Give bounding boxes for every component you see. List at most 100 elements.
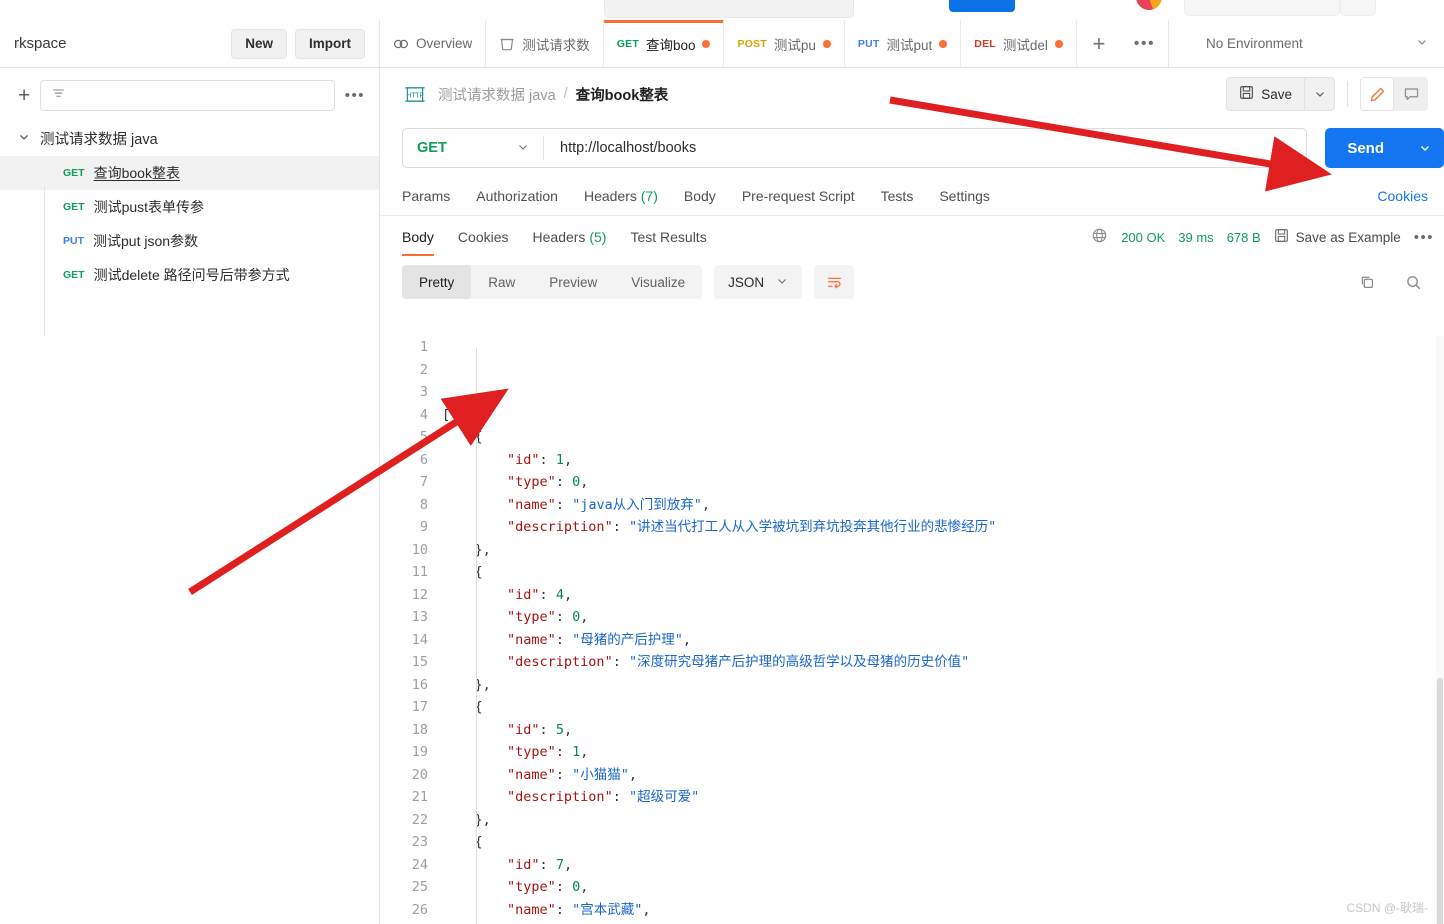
tab-post[interactable]: POST 测试pu xyxy=(724,20,845,67)
response-tab-cookies[interactable]: Cookies xyxy=(458,218,509,256)
body-scrollbar[interactable] xyxy=(1436,336,1444,924)
tab-headers-label: Headers xyxy=(583,187,637,204)
code-line: "type": 1, xyxy=(442,741,996,764)
code-line: "description": "讲述当代打工人从入学被坑到弃坑投奔其他行业的悲惨… xyxy=(442,516,996,539)
method-selector[interactable]: GET xyxy=(403,140,543,156)
tab-delete[interactable]: DEL 测试del xyxy=(961,20,1077,67)
format-raw[interactable]: Raw xyxy=(471,265,532,299)
code-line: "description": "超级可爱" xyxy=(442,786,996,809)
app-top-strip xyxy=(0,0,1444,20)
code-token: : xyxy=(555,474,573,490)
tab-label: Overview xyxy=(416,36,473,51)
wrap-lines-button[interactable] xyxy=(814,265,855,299)
response-tab-body[interactable]: Body xyxy=(402,218,434,256)
save-button[interactable]: Save xyxy=(1227,78,1304,110)
sidebar-filter-input[interactable] xyxy=(40,80,335,111)
upgrade-button[interactable] xyxy=(949,0,1015,12)
code-token: "description" xyxy=(507,519,613,535)
code-token: 5 xyxy=(555,721,564,738)
search-button[interactable] xyxy=(1396,265,1430,299)
request-method: GET xyxy=(63,201,85,213)
code-inner: 1 2 3 4 5 6 7 8 9 10 11 12 13 14 15 16 17 18 19 20 21 22 23 24 2… xyxy=(380,336,1437,924)
unsaved-dot-icon xyxy=(939,39,948,48)
filter-icon xyxy=(51,86,66,106)
tab-authorization[interactable]: Authorization xyxy=(476,188,558,204)
import-button[interactable]: Import xyxy=(295,28,365,59)
line-number: 23 xyxy=(411,834,428,850)
tab-overview[interactable]: Overview xyxy=(380,20,487,67)
response-tab-headers[interactable]: Headers (5) xyxy=(533,218,607,256)
code-line: "name": "java从入门到放弃", xyxy=(442,494,996,517)
code-token: : xyxy=(555,609,573,625)
format-visualize[interactable]: Visualize xyxy=(614,265,702,299)
sidebar-request-query-book[interactable]: GET 查询book整表 xyxy=(0,156,379,190)
code-token: , xyxy=(563,721,573,738)
tab-label: 测试put xyxy=(886,37,933,53)
cookies-link[interactable]: Cookies xyxy=(1377,188,1428,204)
code-token: "type" xyxy=(507,474,556,490)
send-options-button[interactable] xyxy=(1406,128,1444,168)
tab-headers[interactable]: Headers (7) xyxy=(584,188,658,204)
new-tab-button[interactable]: + xyxy=(1077,20,1121,67)
copy-button[interactable] xyxy=(1350,265,1384,299)
comment-button[interactable] xyxy=(1394,77,1428,111)
tab-pre-request-script[interactable]: Pre-request Script xyxy=(742,188,855,204)
send-button[interactable]: Send xyxy=(1325,128,1406,168)
code-token: , xyxy=(563,856,573,873)
code-token: "name" xyxy=(507,766,556,783)
avatar[interactable] xyxy=(1136,0,1162,10)
body-scrollbar-thumb[interactable] xyxy=(1437,678,1443,924)
sidebar-request-post-form[interactable]: GET 测试pust表单传参 xyxy=(0,190,379,224)
chevron-down-icon xyxy=(1416,36,1428,51)
tab-settings[interactable]: Settings xyxy=(939,188,990,204)
sidebar: + ••• 测试请求数据 java GET 查询book整表 GET 测试pus… xyxy=(0,68,380,924)
tab-params[interactable]: Params xyxy=(402,188,450,204)
response-tab-test-results[interactable]: Test Results xyxy=(630,218,706,256)
view-toggle-group xyxy=(1360,77,1428,111)
save-as-example-button[interactable]: Save as Example xyxy=(1274,228,1401,246)
sidebar-collection[interactable]: 测试请求数据 java xyxy=(0,121,379,156)
format-preview[interactable]: Preview xyxy=(532,265,614,299)
code-token: , xyxy=(580,744,589,760)
url-input[interactable]: http://localhost/books xyxy=(544,140,1306,156)
add-icon[interactable]: + xyxy=(18,85,30,106)
breadcrumb-request[interactable]: 查询book整表 xyxy=(576,84,669,105)
sidebar-request-put-json[interactable]: PUT 测试put json参数 xyxy=(0,224,379,258)
code-token: : xyxy=(555,901,573,918)
response-more-button[interactable]: ••• xyxy=(1414,229,1434,246)
line-number: 26 xyxy=(411,901,428,918)
line-number: 4 xyxy=(419,406,428,423)
tab-body[interactable]: Body xyxy=(684,188,716,204)
code-line: "name": "宫本武藏", xyxy=(442,899,996,922)
chevron-down-icon xyxy=(18,131,30,146)
tab-put[interactable]: PUT 测试put xyxy=(845,20,962,67)
line-number: 2 xyxy=(419,361,428,378)
tree-indent-guide xyxy=(44,186,45,336)
format-pretty[interactable]: Pretty xyxy=(402,265,472,299)
code-token: , xyxy=(580,609,589,625)
sidebar-request-delete-query[interactable]: GET 测试delete 路径问号后带参方式 xyxy=(0,258,379,292)
account-toolbar[interactable] xyxy=(1184,0,1340,16)
language-selector[interactable]: JSON xyxy=(714,265,803,299)
global-search-input[interactable] xyxy=(604,0,854,18)
environment-selector[interactable]: No Environment xyxy=(1190,20,1444,67)
tab-tests[interactable]: Tests xyxy=(881,188,914,204)
tab-collection[interactable]: 测试请求数 xyxy=(486,20,604,67)
code-token: "小猫猫" xyxy=(572,766,629,783)
new-button[interactable]: New xyxy=(231,28,287,59)
code-line: "description": "深度研究母猪产后护理的高级哲学以及母猪的历史价值… xyxy=(442,651,996,674)
save-options-button[interactable] xyxy=(1304,78,1334,110)
response-body-viewer[interactable]: 1 2 3 4 5 6 7 8 9 10 11 12 13 14 15 16 17 18 19 20 21 22 23 24 2… xyxy=(380,336,1437,924)
code-line: { xyxy=(442,696,996,719)
settings-toolbar[interactable] xyxy=(1340,0,1376,16)
tab-options-button[interactable]: ••• xyxy=(1121,20,1169,67)
line-number: 25 xyxy=(411,879,428,895)
sidebar-more-button[interactable]: ••• xyxy=(345,87,365,104)
edit-button[interactable] xyxy=(1360,77,1394,111)
code-token: "宫本武藏" xyxy=(572,901,643,918)
breadcrumb-collection[interactable]: 测试请求数据 java xyxy=(438,84,556,105)
code-content[interactable]: [ { "id": 1, "type": 0, "name": "java从入门… xyxy=(438,336,996,924)
open-tabs: Overview 测试请求数 GET 查询boo POST 测试pu PUT 测… xyxy=(380,20,1190,67)
tab-get-query-book[interactable]: GET 查询boo xyxy=(603,20,725,67)
response-time: 39 ms xyxy=(1178,229,1214,245)
